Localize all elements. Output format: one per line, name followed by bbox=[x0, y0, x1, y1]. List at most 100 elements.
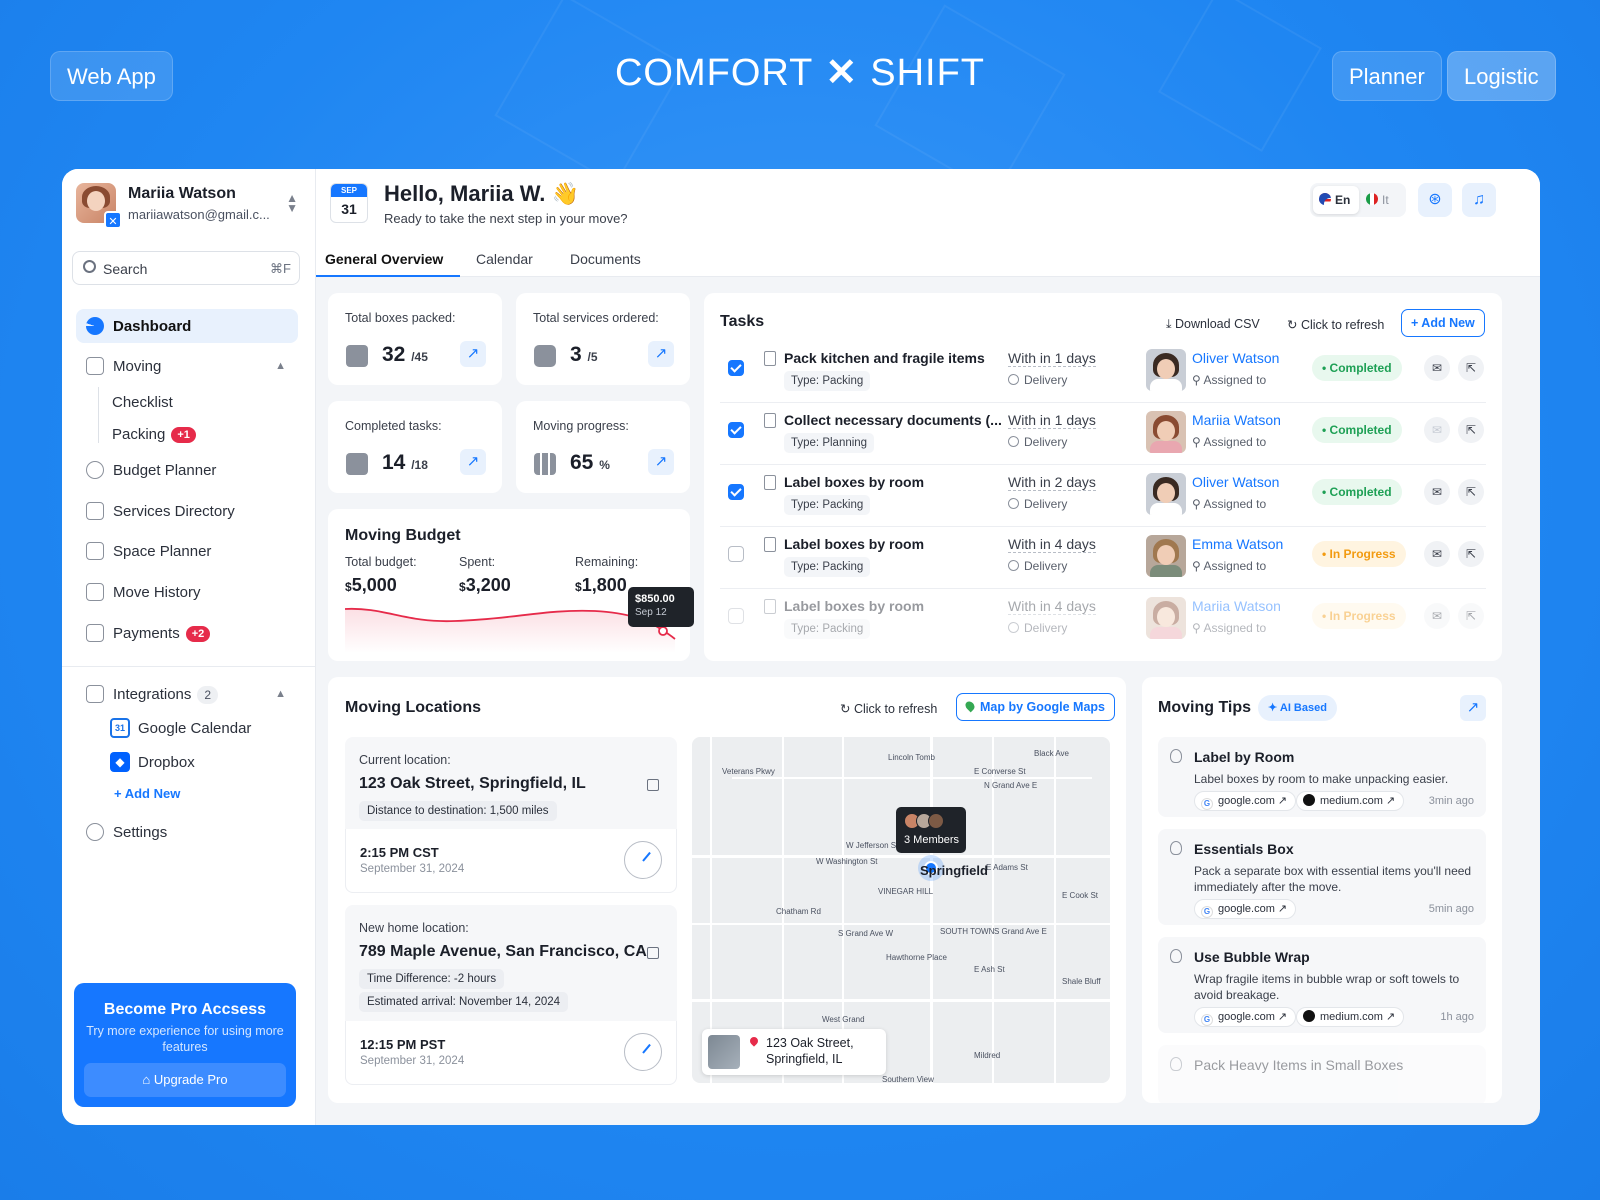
task-row[interactable]: Label boxes by room Type: Packing With i… bbox=[720, 527, 1486, 589]
chevron-updown-icon[interactable]: ▲ ▼ bbox=[286, 192, 298, 214]
map-label: Veterans Pkwy bbox=[722, 767, 775, 776]
chevron-up-icon[interactable]: ▲ bbox=[275, 360, 286, 372]
assignee-name[interactable]: Oliver Watson bbox=[1192, 350, 1279, 366]
task-checkbox[interactable] bbox=[728, 422, 744, 438]
arrow-up-right-icon[interactable]: ↗ bbox=[460, 449, 486, 475]
planner-button[interactable]: Planner bbox=[1332, 51, 1442, 101]
integration-dropbox[interactable]: ◆ Dropbox bbox=[110, 752, 195, 772]
external-link-icon[interactable]: ⇱ bbox=[1458, 603, 1484, 629]
sidebar: ✕ Mariia Watson mariiawatson@gmail.c... … bbox=[62, 169, 316, 1125]
mail-icon[interactable]: ✉ bbox=[1424, 479, 1450, 505]
tasks-card: Tasks ⤓ Download CSV ↻ Click to refresh … bbox=[704, 293, 1502, 661]
google-icon: G bbox=[1201, 1014, 1213, 1026]
task-checkbox[interactable] bbox=[728, 608, 744, 624]
task-row[interactable]: Label boxes by room Type: Packing With i… bbox=[720, 465, 1486, 527]
map-label: West Grand bbox=[822, 1015, 865, 1024]
search-input[interactable]: Search ⌘F bbox=[72, 251, 300, 285]
integration-google-calendar[interactable]: 31 Google Calendar bbox=[110, 718, 251, 738]
download-csv-button[interactable]: ⤓ Download CSV bbox=[1166, 317, 1260, 332]
task-row[interactable]: Label boxes by room Type: Packing With i… bbox=[720, 589, 1486, 651]
app-badge-icon: ✕ bbox=[104, 211, 122, 229]
refresh-tasks-button[interactable]: ↻ Click to refresh bbox=[1287, 317, 1384, 332]
bell-icon[interactable]: ♫ bbox=[1462, 183, 1496, 217]
source-link[interactable]: Ggoogle.com ↗ bbox=[1194, 899, 1297, 919]
support-icon[interactable]: ⊛ bbox=[1418, 183, 1452, 217]
google-maps-button[interactable]: Map by Google Maps bbox=[956, 693, 1116, 721]
lang-it[interactable]: It bbox=[1360, 186, 1406, 214]
tip-item[interactable]: Label by Room Label boxes by room to mak… bbox=[1158, 737, 1486, 817]
user-name: Mariia Watson bbox=[128, 185, 236, 202]
sidebar-item-move-history[interactable]: Move History bbox=[76, 575, 298, 609]
arrow-up-right-icon[interactable]: ↗ bbox=[1460, 695, 1486, 721]
map-address-card[interactable]: 123 Oak Street, Springfield, IL bbox=[702, 1029, 886, 1075]
arrow-up-right-icon[interactable]: ↗ bbox=[460, 341, 486, 367]
task-type: Type: Packing bbox=[784, 495, 871, 515]
assignee-name[interactable]: Mariia Watson bbox=[1192, 412, 1281, 428]
avatar bbox=[1146, 349, 1186, 391]
map-label: Hawthorne Place bbox=[886, 953, 947, 962]
external-link-icon[interactable]: ⇱ bbox=[1458, 541, 1484, 567]
assignee-name[interactable]: Emma Watson bbox=[1192, 536, 1283, 552]
logistic-button[interactable]: Logistic bbox=[1447, 51, 1556, 101]
stat-completed-tasks: Completed tasks: 14 /18 ↗ bbox=[328, 401, 502, 493]
sidebar-item-integrations[interactable]: Integrations 2 ▲ bbox=[76, 677, 298, 711]
task-row[interactable]: Collect necessary documents (... Type: P… bbox=[720, 403, 1486, 465]
task-row[interactable]: Pack kitchen and fragile items Type: Pac… bbox=[720, 341, 1486, 403]
map-view[interactable]: Lincoln Tomb N Grand Ave E E Converse St… bbox=[692, 737, 1110, 1083]
sidebar-item-settings[interactable]: Settings bbox=[76, 815, 298, 849]
tab-general-overview[interactable]: General Overview bbox=[325, 251, 443, 267]
sidebar-item-checklist[interactable]: Checklist bbox=[112, 394, 173, 411]
chevron-up-icon[interactable]: ▲ bbox=[275, 688, 286, 700]
tip-item[interactable]: Pack Heavy Items in Small Boxes bbox=[1158, 1045, 1486, 1103]
avatar bbox=[1146, 411, 1186, 453]
sidebar-item-packing[interactable]: Packing +1 bbox=[112, 426, 196, 443]
source-link[interactable]: medium.com ↗ bbox=[1296, 1007, 1405, 1027]
sidebar-item-budget-planner[interactable]: Budget Planner bbox=[76, 453, 298, 487]
members-tooltip[interactable]: 3 Members bbox=[896, 807, 966, 853]
sidebar-item-moving[interactable]: Moving ▲ bbox=[76, 349, 298, 383]
upgrade-pro-button[interactable]: ⌂ Upgrade Pro bbox=[84, 1063, 286, 1097]
sidebar-item-dashboard[interactable]: Dashboard bbox=[76, 309, 298, 343]
task-checkbox[interactable] bbox=[728, 360, 744, 376]
map-label: E Adams St bbox=[986, 863, 1028, 872]
tip-item[interactable]: Use Bubble Wrap Wrap fragile items in bu… bbox=[1158, 937, 1486, 1033]
integration-label: Dropbox bbox=[138, 754, 195, 771]
sidebar-item-payments[interactable]: Payments +2 bbox=[76, 616, 298, 650]
add-task-button[interactable]: + Add New bbox=[1401, 309, 1485, 337]
lang-en[interactable]: En bbox=[1313, 186, 1359, 214]
source-link[interactable]: Ggoogle.com ↗ bbox=[1194, 791, 1297, 811]
moving-budget-card: Moving Budget Total budget: $5,000 Spent… bbox=[328, 509, 694, 661]
external-link-icon[interactable]: ⇱ bbox=[1458, 355, 1484, 381]
tab-documents[interactable]: Documents bbox=[570, 251, 641, 267]
sidebar-item-services-directory[interactable]: Services Directory bbox=[76, 494, 298, 528]
new-date: September 31, 2024 bbox=[360, 1055, 465, 1067]
arrow-up-right-icon[interactable]: ↗ bbox=[648, 341, 674, 367]
mail-icon[interactable]: ✉ bbox=[1424, 541, 1450, 567]
sidebar-item-space-planner[interactable]: Space Planner bbox=[76, 534, 298, 568]
external-link-icon[interactable]: ⇱ bbox=[1458, 417, 1484, 443]
assigned-label: ⚲ Assigned to bbox=[1192, 621, 1267, 635]
mail-icon[interactable]: ✉ bbox=[1424, 603, 1450, 629]
external-link-icon[interactable]: ⇱ bbox=[1458, 479, 1484, 505]
user-profile[interactable]: ✕ Mariia Watson mariiawatson@gmail.c... … bbox=[76, 183, 302, 229]
mail-icon[interactable]: ✉ bbox=[1424, 417, 1450, 443]
tab-calendar[interactable]: Calendar bbox=[476, 251, 533, 267]
assignee-name[interactable]: Mariia Watson bbox=[1192, 598, 1281, 614]
integrations-count: 2 bbox=[197, 686, 219, 704]
task-checkbox[interactable] bbox=[728, 546, 744, 562]
source-link[interactable]: medium.com ↗ bbox=[1296, 791, 1405, 811]
assignee-name[interactable]: Oliver Watson bbox=[1192, 474, 1279, 490]
arrow-up-right-icon[interactable]: ↗ bbox=[648, 449, 674, 475]
mail-icon[interactable]: ✉ bbox=[1424, 355, 1450, 381]
refresh-locations-button[interactable]: ↻ Click to refresh bbox=[840, 701, 937, 716]
source-link[interactable]: Ggoogle.com ↗ bbox=[1194, 1007, 1297, 1027]
dollar-icon bbox=[86, 461, 104, 479]
add-integration-button[interactable]: + Add New bbox=[114, 786, 180, 801]
lightbulb-icon bbox=[1170, 841, 1182, 855]
tip-item[interactable]: Essentials Box Pack a separate box with … bbox=[1158, 829, 1486, 925]
external-link-icon[interactable] bbox=[647, 947, 659, 959]
external-link-icon[interactable] bbox=[647, 779, 659, 791]
task-checkbox[interactable] bbox=[728, 484, 744, 500]
top-bar: Web App COMFORT ✕ SHIFT Planner Logistic bbox=[0, 0, 1600, 160]
status-badge: • In Progress bbox=[1312, 541, 1406, 567]
